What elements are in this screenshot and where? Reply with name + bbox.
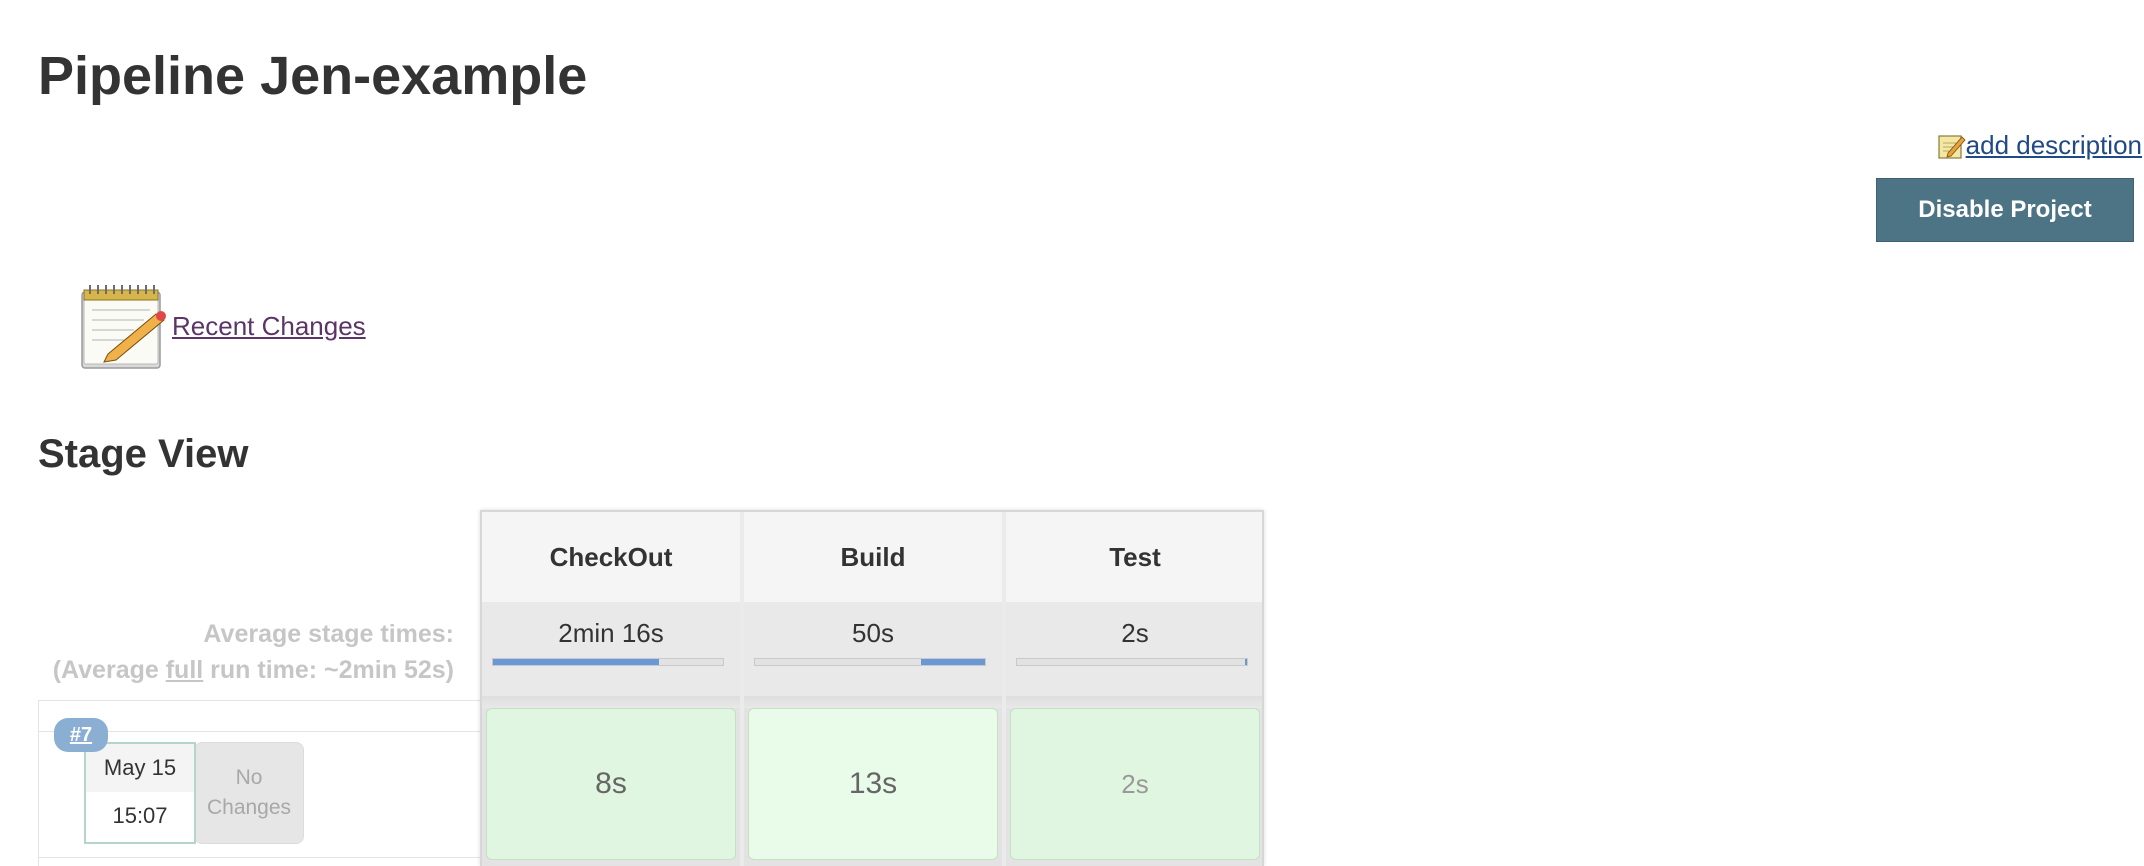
average-label-prefix: (Average (52, 656, 166, 684)
stage-cell[interactable]: 8s (486, 708, 736, 860)
average-label-line1: Average stage times: (203, 620, 454, 648)
stage-average: 50s (744, 602, 1002, 696)
average-stage-times-label: Average stage times: (Average full run t… (40, 616, 454, 688)
stage-average-bar (754, 658, 986, 666)
build-datetime: May 15 15:07 (84, 742, 196, 844)
stage-column-test: Test 2s 2s (1006, 512, 1262, 866)
full-run-link[interactable]: full (166, 656, 204, 684)
average-label-suffix: run time: ~2min 52s) (203, 656, 454, 684)
add-description: add description (1936, 130, 2142, 161)
build-number-badge[interactable]: #7 (54, 718, 108, 752)
stage-header: Build (744, 512, 1002, 602)
stage-column-checkout: CheckOut 2min 16s 8s (482, 512, 740, 866)
stage-view-title: Stage View (38, 432, 249, 476)
build-date: May 15 (86, 744, 194, 792)
stage-average-time: 50s (852, 618, 894, 648)
stage-cell[interactable]: 13s (748, 708, 998, 860)
edit-note-icon (1938, 134, 1966, 159)
stage-average-time: 2s (1121, 618, 1149, 648)
stage-average-bar-fill (493, 659, 659, 665)
page-title: Pipeline Jen-example (38, 46, 588, 106)
average-label-line2: (Average full run time: ~2min 52s) (40, 652, 454, 688)
notepad-icon (81, 285, 166, 369)
recent-changes-link[interactable]: Recent Changes (172, 311, 366, 342)
stage-average-bar (492, 658, 724, 666)
stage-average-time: 2min 16s (558, 618, 664, 648)
stage-average-bar-fill (920, 659, 985, 665)
build-changes[interactable]: No Changes (194, 742, 304, 844)
add-description-link[interactable]: add description (1966, 130, 2142, 161)
stage-average-bar-fill (1244, 659, 1247, 665)
row-divider (39, 857, 483, 858)
stage-table: CheckOut 2min 16s 8s Build 50s 13s Test (480, 510, 1264, 866)
stage-header: CheckOut (482, 512, 740, 602)
stage-cell[interactable]: 2s (1010, 708, 1260, 860)
stage-average-bar (1016, 658, 1248, 666)
stage-header: Test (1006, 512, 1262, 602)
disable-project-button[interactable]: Disable Project (1876, 178, 2134, 242)
stage-average: 2s (1006, 602, 1262, 696)
build-time: 15:07 (112, 803, 168, 828)
stage-average: 2min 16s (482, 602, 740, 696)
recent-changes: Recent Changes (74, 280, 366, 372)
stage-column-build: Build 50s 13s (744, 512, 1002, 866)
jenkins-job-page: Pipeline Jen-example add description Dis… (0, 0, 2144, 866)
